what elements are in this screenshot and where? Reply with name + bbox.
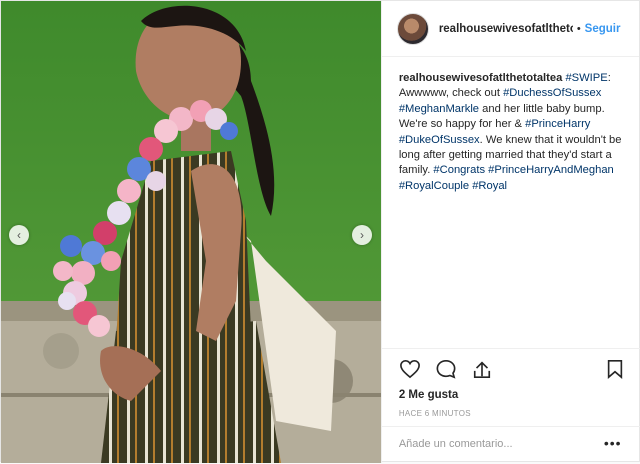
hashtag-link[interactable]: #RoyalCouple: [399, 180, 469, 192]
hashtag-link[interactable]: #DukeOfSussex: [399, 134, 480, 146]
caption-text: #SWIPE: Awwwww, check out #DuchessOfSuss…: [399, 72, 622, 192]
post-caption: realhousewivesofatlthetotaltea #SWIPE: A…: [399, 71, 631, 194]
hashtag-link[interactable]: #PrinceHarry: [525, 118, 590, 130]
post-photo[interactable]: ‹ ›: [1, 1, 381, 463]
action-icons: [399, 359, 493, 379]
post-header: realhousewivesofatlthetotaltea • Seguir: [381, 1, 639, 57]
hashtag-link[interactable]: #SWIPE: [565, 72, 607, 84]
post-sidebar: realhousewivesofatlthetotaltea • Seguir …: [380, 1, 640, 464]
share-icon[interactable]: [471, 359, 493, 379]
hashtag-link[interactable]: #DuchessOfSussex: [503, 87, 601, 99]
comment-icon[interactable]: [435, 359, 457, 379]
hashtag-link[interactable]: #Congrats: [433, 164, 485, 176]
separator-dot: •: [576, 22, 581, 35]
actions-section: 2 Me gusta HACE 6 MINUTOS Añade un comen…: [381, 348, 640, 464]
next-photo-button[interactable]: ›: [352, 225, 372, 245]
likes-count[interactable]: 2 Me gusta: [399, 389, 458, 401]
hashtag-link[interactable]: #Royal: [472, 180, 507, 192]
comment-input[interactable]: Añade un comentario...: [399, 438, 513, 450]
more-options-icon[interactable]: •••: [604, 435, 622, 451]
avatar[interactable]: [396, 12, 429, 45]
instagram-post: ‹ › realhousewivesofatlthetotaltea • Seg…: [0, 0, 640, 464]
post-timestamp: HACE 6 MINUTOS: [398, 409, 471, 418]
caption-username[interactable]: realhousewivesofatlthetotaltea: [399, 72, 563, 84]
heart-icon[interactable]: [399, 359, 421, 379]
hashtag-link[interactable]: #PrinceHarryAndMeghan: [488, 164, 614, 176]
hashtag-link[interactable]: #MeghanMarkle: [399, 103, 479, 115]
header-username[interactable]: realhousewivesofatlthetotaltea: [439, 23, 573, 35]
photo-image: [1, 1, 381, 463]
previous-photo-button[interactable]: ‹: [9, 225, 29, 245]
chevron-right-icon: ›: [360, 228, 364, 242]
follow-button[interactable]: Seguir: [585, 23, 625, 35]
chevron-left-icon: ‹: [17, 228, 21, 242]
comment-bar: Añade un comentario... •••: [381, 426, 640, 464]
bookmark-icon[interactable]: [606, 359, 624, 379]
